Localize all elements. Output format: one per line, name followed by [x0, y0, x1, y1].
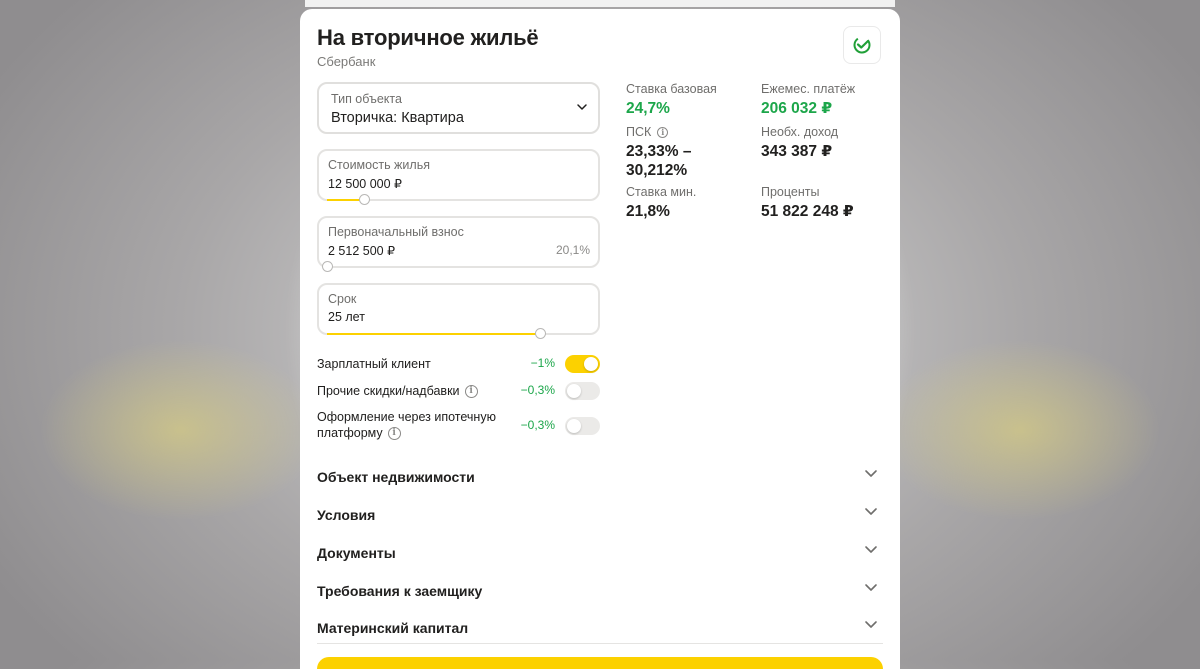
base-rate-stat: Ставка базовая 24,7%	[626, 82, 717, 118]
chevron-down-icon	[577, 104, 587, 110]
term-field[interactable]: Срок 25 лет	[317, 283, 600, 339]
chevron-down-icon	[865, 508, 877, 515]
down-payment-slider-handle[interactable]	[322, 261, 333, 272]
base-rate-value: 24,7%	[626, 100, 670, 117]
bank-name: Сбербанк	[317, 54, 376, 69]
income-label: Необх. доход	[761, 125, 839, 139]
psk-value-line2: 30,212%	[626, 162, 688, 179]
mortgage-platform-option: Оформление через ипотечную платформу i −…	[317, 409, 600, 443]
min-rate-value: 21,8%	[626, 203, 670, 220]
min-rate-label: Ставка мин.	[626, 185, 697, 199]
other-discounts-toggle[interactable]	[565, 382, 600, 400]
price-slider[interactable]	[327, 194, 590, 205]
accordion-property[interactable]: Объект недвижимости	[317, 462, 883, 492]
salary-client-toggle[interactable]	[565, 355, 600, 373]
info-icon[interactable]: i	[657, 126, 669, 138]
salary-client-option: Зарплатный клиент −1%	[317, 354, 600, 374]
accordion-borrower-requirements-title: Требования к заемщику	[317, 583, 483, 599]
mortgage-platform-toggle[interactable]	[565, 417, 600, 435]
object-type-select[interactable]: Тип объекта Вторичка: Квартира	[317, 82, 600, 134]
price-field[interactable]: Стоимость жилья 12 500 000 ₽	[317, 149, 600, 205]
accordion-documents[interactable]: Документы	[317, 538, 883, 568]
term-label: Срок	[328, 292, 357, 306]
other-discounts-discount: −0,3%	[520, 383, 555, 397]
accordion-conditions-title: Условия	[317, 507, 376, 523]
term-slider-fill	[327, 333, 541, 335]
income-value: 343 387 ₽	[761, 143, 833, 160]
down-payment-field[interactable]: Первоначальный взнос 2 512 500 ₽ 20,1%	[317, 216, 600, 272]
term-slider[interactable]	[327, 328, 590, 339]
info-icon[interactable]: i	[464, 384, 478, 398]
top-strip	[305, 0, 895, 7]
object-type-label: Тип объекта	[331, 92, 402, 106]
accordion-maternity-capital-title: Материнский капитал	[317, 620, 469, 636]
term-slider-handle[interactable]	[535, 328, 547, 339]
min-rate-stat: Ставка мин. 21,8%	[626, 185, 696, 221]
monthly-payment-stat: Ежемес. платёж 206 032 ₽	[761, 82, 855, 118]
term-value: 25 лет	[328, 310, 365, 324]
income-stat: Необх. доход 343 387 ₽	[761, 125, 838, 161]
chevron-down-icon	[865, 621, 877, 628]
monthly-payment-value: 206 032 ₽	[761, 100, 833, 117]
accordion-maternity-capital[interactable]: Материнский капитал	[317, 613, 883, 643]
accordion-property-title: Объект недвижимости	[317, 469, 475, 485]
toggle-knob	[584, 357, 598, 371]
other-discounts-label: Прочие скидки/надбавки	[317, 384, 460, 398]
object-type-value: Вторичка: Квартира	[331, 110, 464, 126]
interest-label: Проценты	[761, 185, 820, 199]
salary-client-discount: −1%	[530, 356, 555, 370]
toggle-knob	[567, 419, 581, 433]
down-payment-value: 2 512 500 ₽	[328, 244, 396, 258]
accordion-documents-title: Документы	[317, 545, 396, 561]
chevron-down-icon	[865, 470, 877, 477]
mortgage-platform-label-line2-row: платформу i	[317, 425, 496, 441]
psk-stat: ПСК i 23,33% – 30,212%	[626, 125, 692, 180]
base-rate-label: Ставка базовая	[626, 82, 717, 96]
mortgage-platform-label-line2: платформу	[317, 426, 383, 440]
salary-client-label: Зарплатный клиент	[317, 357, 431, 371]
interest-value: 51 822 248 ₽	[761, 203, 854, 220]
price-label: Стоимость жилья	[328, 158, 430, 172]
mortgage-card: На вторичное жильё Сбербанк Тип объекта …	[300, 9, 900, 669]
accordion-conditions[interactable]: Условия	[317, 500, 883, 530]
psk-value-line1: 23,33% –	[626, 143, 692, 160]
interest-stat: Проценты 51 822 248 ₽	[761, 185, 854, 221]
bank-logo[interactable]	[843, 26, 881, 64]
other-discounts-label-row: Прочие скидки/надбавки i	[317, 383, 478, 399]
monthly-payment-label: Ежемес. платёж	[761, 82, 856, 96]
chevron-down-icon	[865, 584, 877, 591]
mortgage-platform-label-block: Оформление через ипотечную платформу i	[317, 409, 496, 441]
accordion-borrower-requirements[interactable]: Требования к заемщику	[317, 576, 883, 606]
info-icon[interactable]: i	[387, 426, 401, 440]
price-slider-handle[interactable]	[358, 194, 370, 205]
down-payment-percent: 20,1%	[555, 243, 590, 257]
divider	[317, 643, 883, 644]
psk-label: ПСК	[626, 125, 652, 139]
page-title: На вторичное жильё	[317, 25, 539, 50]
sber-logo-icon	[853, 36, 871, 54]
down-payment-label: Первоначальный взнос	[328, 225, 464, 239]
mortgage-platform-label-line1: Оформление через ипотечную	[317, 410, 496, 424]
chevron-down-icon	[865, 546, 877, 553]
psk-label-row: ПСК i	[626, 125, 692, 139]
mortgage-platform-discount: −0,3%	[520, 418, 555, 432]
psk-value: 23,33% – 30,212%	[626, 142, 692, 180]
toggle-knob	[567, 384, 581, 398]
down-payment-slider[interactable]	[322, 261, 590, 272]
other-discounts-option: Прочие скидки/надбавки i −0,3%	[317, 381, 600, 401]
price-value: 12 500 000 ₽	[328, 177, 402, 191]
